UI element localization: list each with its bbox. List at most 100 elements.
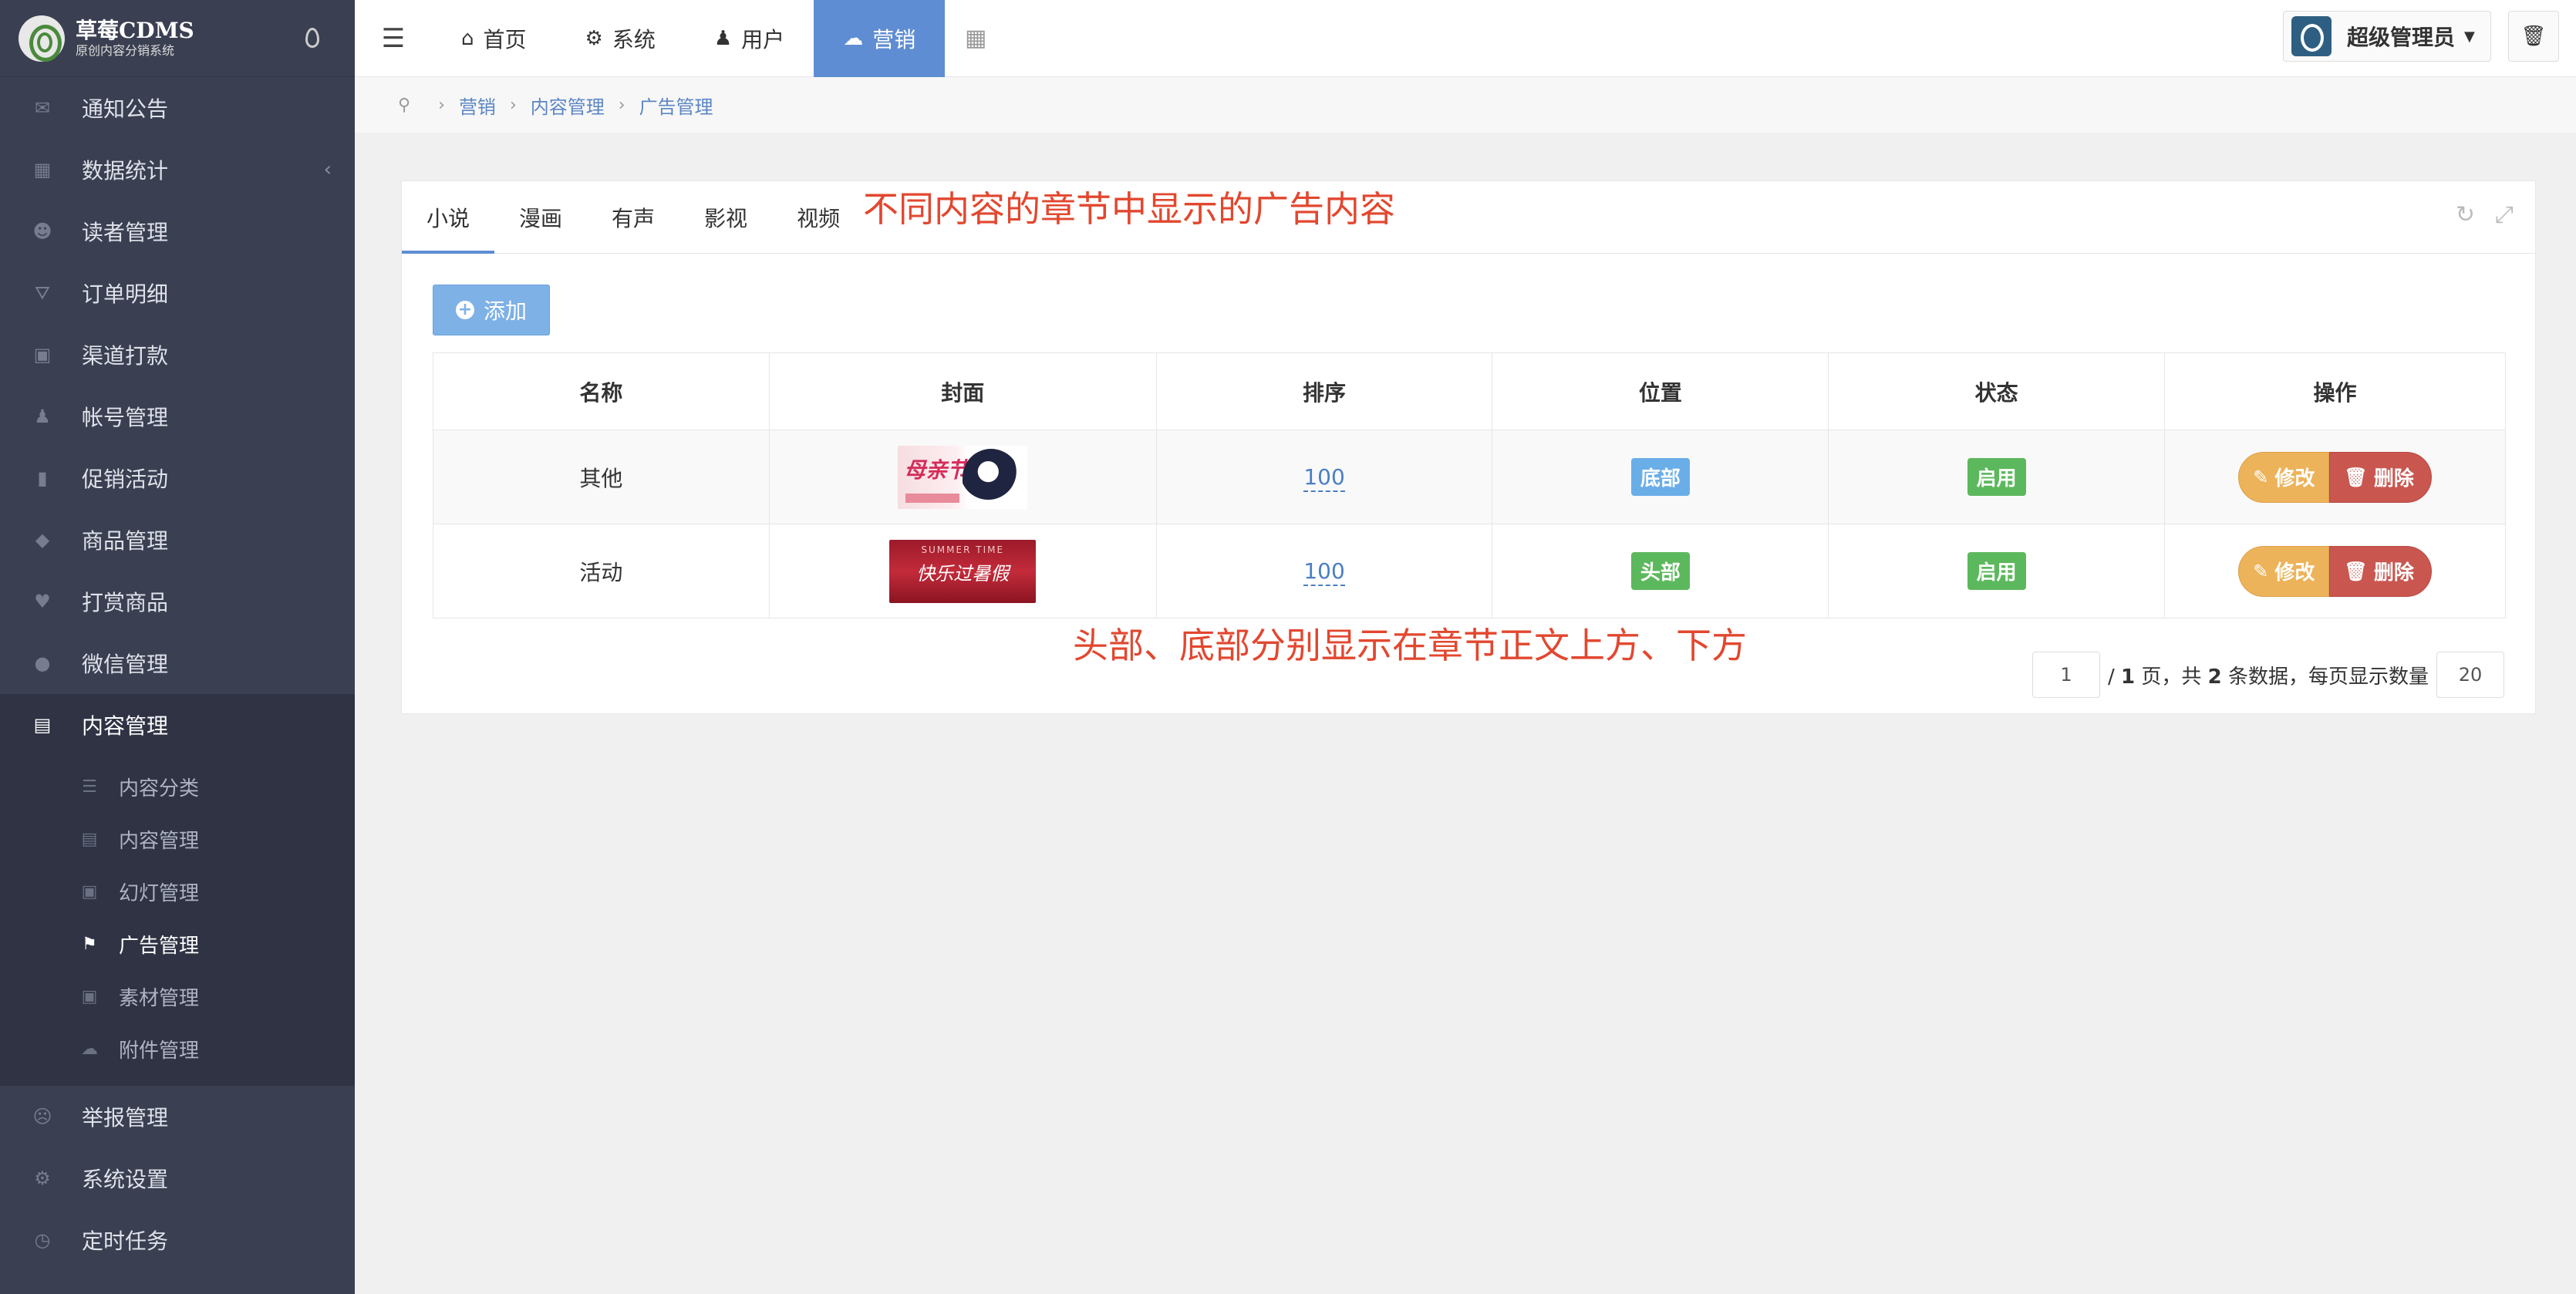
tab-film[interactable]: 影视 bbox=[679, 181, 772, 253]
sidebar-item-promo[interactable]: ▮ 促销活动 bbox=[0, 447, 355, 509]
sidebar-item-goods[interactable]: ◆ 商品管理 bbox=[0, 509, 355, 571]
cover-image[interactable]: SUMMER TIME 快乐过暑假 bbox=[889, 539, 1037, 603]
cell-cover: 母亲节 bbox=[768, 430, 1157, 524]
per-page-input[interactable] bbox=[2436, 652, 2504, 698]
heart-icon: ♥ bbox=[34, 591, 51, 612]
sub-item-label: 素材管理 bbox=[119, 986, 200, 1010]
sidebar-item-stats[interactable]: ▦ 数据统计 ‹ bbox=[0, 139, 355, 201]
table-header-row: 名称 封面 排序 位置 状态 操作 bbox=[433, 352, 2506, 430]
delete-button[interactable]: 🗑 删除 bbox=[2329, 451, 2432, 503]
sub-item-category[interactable]: ☰ 内容分类 bbox=[0, 760, 355, 813]
tab-novel[interactable]: 小说 bbox=[402, 181, 495, 254]
delete-button[interactable]: 🗑 删除 bbox=[2329, 545, 2432, 597]
comment-icon: ✉ bbox=[34, 97, 51, 119]
sidebar-item-notice[interactable]: ✉ 通知公告 bbox=[0, 77, 355, 139]
nav-tab-home[interactable]: ⌂ 首页 bbox=[432, 0, 556, 77]
image-icon: ▣ bbox=[81, 881, 98, 901]
cover-title: 母亲节 bbox=[904, 457, 969, 483]
panel-tools: ↻ ⤢ bbox=[2456, 201, 2514, 228]
menu-toggle-icon[interactable]: ☰ bbox=[355, 0, 432, 77]
cover-image[interactable]: 母亲节 bbox=[898, 445, 1028, 509]
user-icon: ♟ bbox=[713, 26, 733, 50]
user-icon: ♟ bbox=[34, 406, 51, 427]
sort-editable[interactable]: 100 bbox=[1303, 464, 1345, 492]
tab-audio[interactable]: 有声 bbox=[587, 181, 679, 253]
gear-icon: ⚙ bbox=[34, 1168, 51, 1189]
sub-item-slides[interactable]: ▣ 幻灯管理 bbox=[0, 865, 355, 918]
page-suffix: 页，共 bbox=[2141, 665, 2202, 689]
total-items: 2 bbox=[2207, 665, 2222, 689]
edit-button[interactable]: ✎ 修改 bbox=[2238, 545, 2330, 597]
plus-circle-icon: + bbox=[455, 301, 474, 319]
credit-card-icon: ▣ bbox=[33, 344, 52, 366]
home-icon: ⌂ bbox=[461, 26, 474, 50]
image-icon: ▣ bbox=[81, 986, 98, 1006]
edit-icon: ✎ bbox=[2253, 466, 2269, 488]
sub-item-label: 附件管理 bbox=[119, 1039, 200, 1063]
sidebar-item-cron[interactable]: ◷ 定时任务 bbox=[0, 1209, 355, 1271]
nav-tab-marketing[interactable]: ☁ 营销 bbox=[814, 0, 946, 77]
avatar bbox=[2291, 16, 2332, 56]
cell-name: 其他 bbox=[433, 430, 770, 524]
edit-button[interactable]: ✎ 修改 bbox=[2238, 451, 2330, 503]
book-icon: ▤ bbox=[81, 829, 98, 849]
page-input[interactable] bbox=[2031, 652, 2100, 698]
nav-tab-system[interactable]: ⚙ 系统 bbox=[556, 0, 685, 77]
sub-item-label: 幻灯管理 bbox=[119, 881, 200, 905]
bar-chart-icon: ▦ bbox=[33, 159, 52, 180]
clear-cache-icon[interactable]: 🗑 bbox=[2508, 11, 2559, 62]
brand-subtitle: 原创内容分销系统 bbox=[76, 42, 175, 58]
fullscreen-icon[interactable]: ⤢ bbox=[2495, 201, 2514, 228]
user-secret-icon: ☻ bbox=[32, 221, 52, 242]
sub-item-materials[interactable]: ▣ 素材管理 bbox=[0, 970, 355, 1023]
cover-decor bbox=[905, 493, 960, 503]
sidebar-item-wechat[interactable]: ● 微信管理 bbox=[0, 632, 355, 694]
trash-icon: 🗑 bbox=[2344, 466, 2368, 488]
sidebar-item-orders[interactable]: ⛛ 订单明细 bbox=[0, 262, 355, 324]
theme-drop-icon[interactable] bbox=[305, 28, 319, 48]
apps-grid-icon[interactable]: ▦ bbox=[945, 0, 1006, 77]
sidebar-item-payout[interactable]: ▣ 渠道打款 bbox=[0, 324, 355, 386]
ads-panel: 小说 漫画 有声 影视 视频 不同内容的章节中显示的广告内容 ↻ ⤢ + 添加 … bbox=[401, 180, 2536, 714]
edit-icon: ✎ bbox=[2253, 560, 2269, 582]
sub-item-attachments[interactable]: ☁ 附件管理 bbox=[0, 1023, 355, 1075]
breadcrumb-marketing[interactable]: 营销 bbox=[459, 92, 496, 119]
sidebar-item-settings[interactable]: ⚙ 系统设置 bbox=[0, 1147, 355, 1209]
edit-label: 修改 bbox=[2274, 561, 2315, 585]
nav-tab-users[interactable]: ♟ 用户 bbox=[685, 0, 814, 77]
column-header-sort: 排序 bbox=[1155, 352, 1493, 430]
sidebar-item-label: 通知公告 bbox=[82, 96, 169, 122]
cell-position: 底部 bbox=[1492, 430, 1829, 524]
add-button[interactable]: + 添加 bbox=[433, 285, 550, 335]
nav-tab-label: 用户 bbox=[741, 26, 785, 52]
sidebar-item-reports[interactable]: ☹ 举报管理 bbox=[0, 1086, 355, 1147]
user-menu[interactable]: 超级管理员 ▼ bbox=[2283, 11, 2491, 62]
sidebar-item-tips[interactable]: ♥ 打赏商品 bbox=[0, 571, 355, 632]
sub-item-content[interactable]: ▤ 内容管理 bbox=[0, 813, 355, 865]
annotation-table: 头部、底部分别显示在章节正文上方、下方 bbox=[1073, 625, 1747, 666]
status-badge: 启用 bbox=[1967, 552, 2026, 590]
chevron-right-icon: › bbox=[618, 95, 625, 115]
refresh-icon[interactable]: ↻ bbox=[2456, 201, 2475, 228]
sidebar-item-accounts[interactable]: ♟ 帐号管理 bbox=[0, 386, 355, 447]
sidebar-item-label: 帐号管理 bbox=[82, 405, 169, 430]
tab-comic[interactable]: 漫画 bbox=[494, 181, 587, 253]
delete-label: 删除 bbox=[2373, 467, 2414, 490]
cell-name: 活动 bbox=[433, 524, 770, 618]
breadcrumb-ads[interactable]: 广告管理 bbox=[639, 92, 713, 119]
breadcrumb-content[interactable]: 内容管理 bbox=[531, 92, 605, 119]
edit-label: 修改 bbox=[2274, 467, 2315, 490]
sub-item-ads[interactable]: ⚑ 广告管理 bbox=[0, 918, 355, 970]
cell-cover: SUMMER TIME 快乐过暑假 bbox=[768, 524, 1157, 618]
sidebar-item-label: 读者管理 bbox=[82, 220, 169, 245]
frown-icon: ☹ bbox=[32, 1106, 52, 1127]
pager-summary: / 1 页，共 2 条数据，每页显示数量 bbox=[2107, 665, 2429, 689]
sidebar-item-readers[interactable]: ☻ 读者管理 bbox=[0, 201, 355, 262]
sidebar-item-content[interactable]: ▤ 内容管理 bbox=[0, 694, 355, 756]
cover-figure bbox=[963, 448, 1020, 506]
tab-video[interactable]: 视频 bbox=[772, 181, 865, 253]
column-header-status: 状态 bbox=[1828, 352, 2166, 430]
brand: 草莓CDMS 原创内容分销系统 bbox=[0, 0, 355, 77]
sort-editable[interactable]: 100 bbox=[1303, 558, 1345, 586]
brand-logo-icon bbox=[19, 15, 65, 62]
